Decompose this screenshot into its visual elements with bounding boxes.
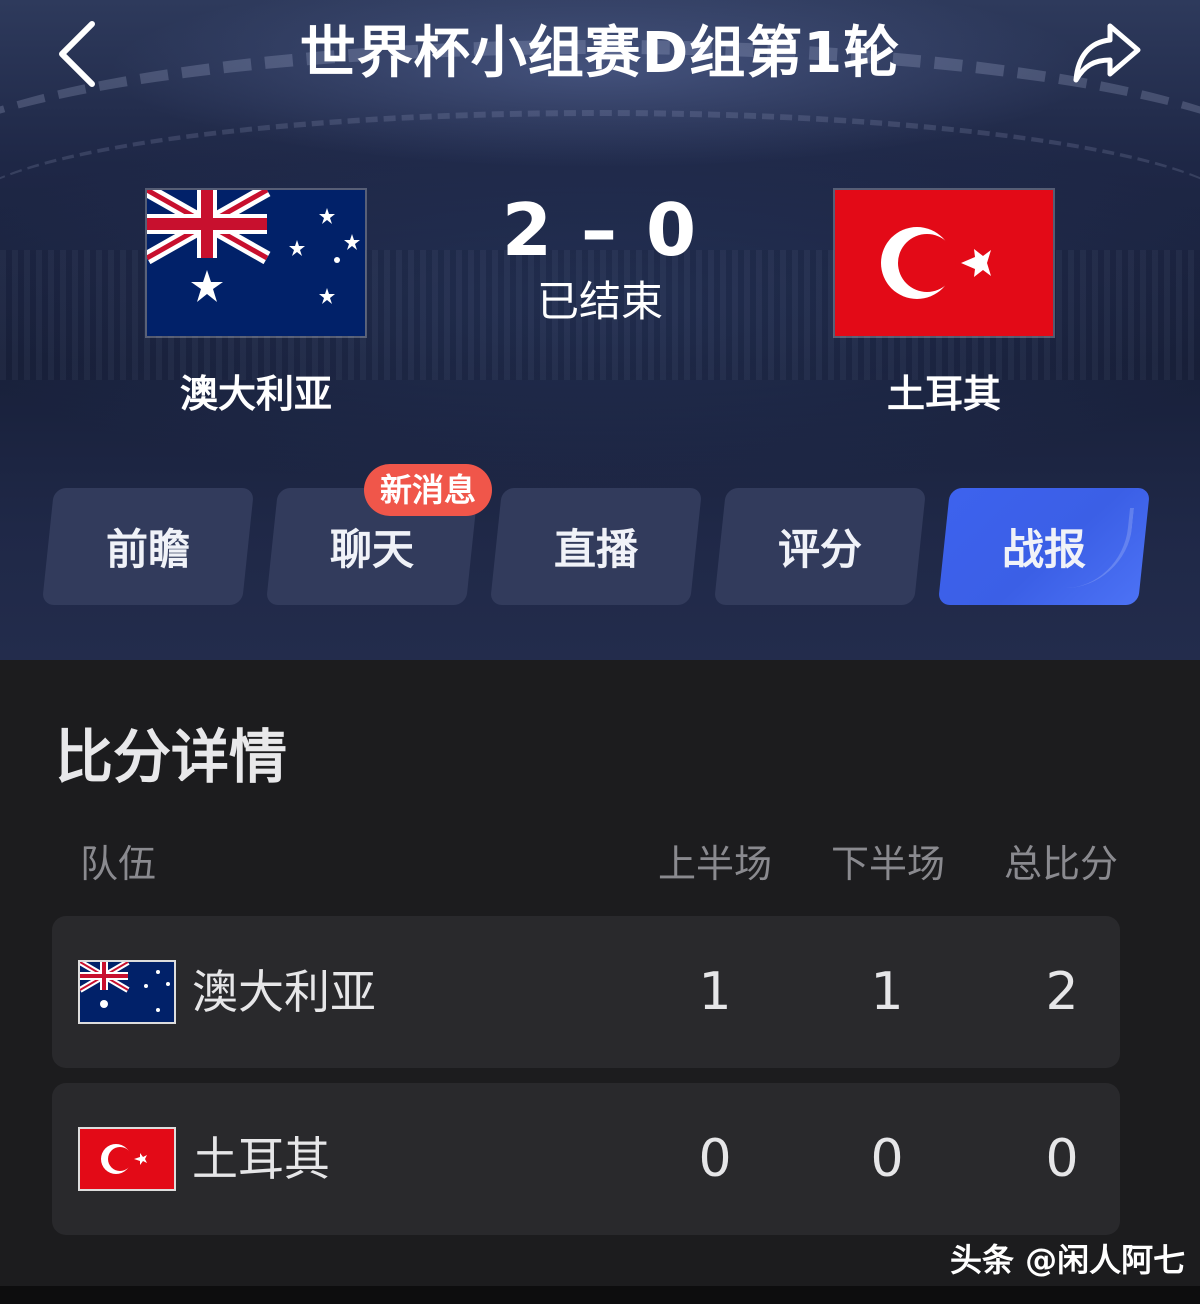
column-header-second-half: 下半场 xyxy=(831,842,946,886)
row-second-half: 0 xyxy=(870,1129,904,1189)
australia-flag-icon xyxy=(80,962,174,1022)
new-message-badge: 新消息 xyxy=(364,464,493,516)
row-first-half: 0 xyxy=(698,1129,732,1189)
column-header-total: 总比分 xyxy=(1004,842,1119,886)
australia-flag-icon xyxy=(147,190,365,336)
match-header: 世界杯小组赛D组第1轮 澳大利亚 土耳其 2 – 0 已结束 前瞻 聊天 新消息… xyxy=(0,0,1200,660)
row-team-name: 土耳其 xyxy=(192,1132,330,1186)
tab-ratings[interactable]: 评分 xyxy=(713,488,927,605)
tab-label: 评分 xyxy=(777,525,862,574)
watermark: 头条 @闲人阿七 xyxy=(950,1241,1186,1279)
row-second-half: 1 xyxy=(870,962,904,1022)
section-title: 比分详情 xyxy=(55,723,288,791)
share-arrow-icon xyxy=(1073,23,1141,83)
row-total: 0 xyxy=(1045,1129,1079,1189)
bottom-bar xyxy=(0,1286,1200,1304)
tab-label: 战报 xyxy=(1001,525,1086,574)
tab-label: 直播 xyxy=(553,525,638,574)
row-total: 2 xyxy=(1045,962,1079,1022)
table-row[interactable]: 土耳其 0 0 0 xyxy=(52,1083,1120,1235)
away-team-name: 土耳其 xyxy=(886,372,1001,416)
tab-label: 聊天 xyxy=(329,525,414,574)
tab-report[interactable]: 战报 xyxy=(937,488,1151,605)
row-first-half: 1 xyxy=(698,962,732,1022)
turkey-flag-icon xyxy=(80,1129,174,1189)
column-header-first-half: 上半场 xyxy=(658,842,773,886)
match-status: 已结束 xyxy=(536,277,663,326)
back-button[interactable] xyxy=(48,18,108,88)
match-score: 2 – 0 xyxy=(501,188,699,272)
page-title: 世界杯小组赛D组第1轮 xyxy=(299,21,901,86)
tab-live[interactable]: 直播 xyxy=(489,488,703,605)
row-team-name: 澳大利亚 xyxy=(192,965,376,1019)
table-row[interactable]: 澳大利亚 1 1 2 xyxy=(52,916,1120,1068)
tab-preview[interactable]: 前瞻 xyxy=(41,488,255,605)
column-header-team: 队伍 xyxy=(80,842,157,886)
tab-label: 前瞻 xyxy=(105,525,190,574)
turkey-flag-icon xyxy=(835,190,1053,336)
chevron-left-icon xyxy=(59,21,95,87)
home-team-name: 澳大利亚 xyxy=(179,372,332,416)
share-button[interactable] xyxy=(1070,20,1144,86)
